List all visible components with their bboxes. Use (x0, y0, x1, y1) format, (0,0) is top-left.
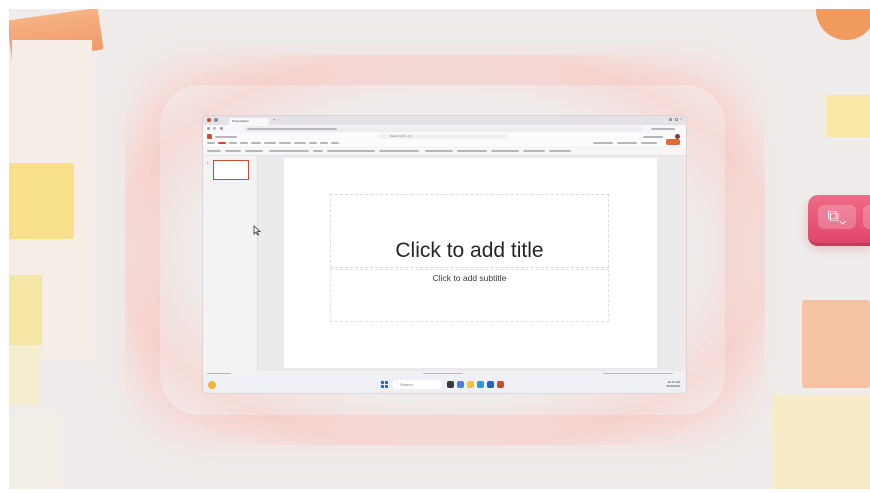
zoom-slider[interactable] (603, 373, 673, 374)
layout-button[interactable] (245, 150, 263, 152)
designer-button[interactable] (491, 150, 519, 152)
powerpoint-window: Presentation + × Search (Alt + Q) 1 Clic… (203, 116, 686, 393)
address-bar-row (203, 125, 686, 133)
tab-design[interactable] (251, 142, 261, 144)
taskbar-search[interactable]: Search (392, 380, 442, 389)
windows-taskbar: Search 11:41 AM 5/20/2024 (203, 376, 686, 393)
start-icon[interactable] (381, 381, 388, 388)
address-field[interactable] (243, 126, 643, 132)
slide-number: 1 (207, 161, 209, 165)
minimize-icon[interactable] (669, 118, 672, 121)
clock-date: 5/20/2024 (666, 384, 680, 388)
chat-icon[interactable] (457, 381, 464, 388)
cream-paper-bottom-left (9, 415, 59, 493)
browser-logo-icon (207, 118, 211, 122)
font-size-select[interactable] (313, 150, 323, 152)
copilot-button[interactable] (549, 150, 571, 152)
tab-slideshow[interactable] (294, 142, 306, 144)
powerpoint-taskbar-icon[interactable] (497, 381, 504, 388)
cream-sticky-left-3 (9, 345, 39, 405)
comments-button[interactable] (617, 142, 637, 144)
shapes-icon: ⧉⌄ (818, 205, 856, 229)
tab-view[interactable] (320, 142, 328, 144)
yellow-sticky-right (826, 95, 870, 137)
slide-canvas: Click to add title Click to add subtitle (258, 156, 686, 371)
undo-button[interactable] (207, 150, 221, 152)
edge-icon[interactable] (477, 381, 484, 388)
forward-icon[interactable] (213, 127, 216, 130)
task-view-icon[interactable] (447, 381, 454, 388)
tab-insert[interactable] (229, 142, 237, 144)
search-box[interactable]: Search (Alt + Q) (378, 134, 508, 139)
share-button[interactable] (666, 139, 680, 145)
slide-1[interactable]: Click to add title Click to add subtitle (284, 158, 657, 368)
slide-thumbnail-pane: 1 (203, 156, 258, 371)
tab-review[interactable] (309, 142, 317, 144)
profile-icon[interactable] (214, 118, 218, 122)
store-icon[interactable] (487, 381, 494, 388)
back-icon[interactable] (207, 127, 210, 130)
app-title-bar: Search (Alt + Q) (203, 133, 686, 140)
dictate-button[interactable] (523, 150, 545, 152)
title-placeholder-text: Click to add title (395, 239, 544, 262)
close-icon[interactable]: × (680, 117, 684, 121)
frame-top (0, 0, 870, 9)
peach-paper-right (802, 300, 870, 388)
subtitle-placeholder[interactable]: Click to add subtitle (330, 269, 609, 322)
mouse-cursor-icon (253, 225, 261, 236)
shapes-button[interactable] (425, 150, 453, 152)
format-buttons[interactable] (327, 150, 375, 152)
frame-bottom (0, 489, 870, 493)
new-slide-button[interactable] (225, 150, 241, 152)
maximize-icon[interactable] (675, 118, 678, 121)
tab-home[interactable] (218, 142, 226, 144)
system-clock[interactable]: 11:41 AM 5/20/2024 (667, 380, 680, 388)
title-placeholder[interactable]: Click to add title (330, 194, 609, 268)
tab-animations[interactable] (279, 142, 291, 144)
font-family-select[interactable] (269, 150, 309, 152)
tab-help[interactable] (331, 142, 339, 144)
new-tab-icon[interactable]: + (273, 118, 276, 122)
catch-up-button[interactable] (641, 142, 657, 144)
yellow-sticky-left-2 (9, 275, 42, 345)
browser-tab[interactable]: Presentation (229, 118, 269, 125)
slide-thumbnail-1[interactable] (213, 160, 249, 180)
ribbon-toolbar (203, 146, 686, 156)
refresh-icon[interactable] (220, 127, 223, 130)
paragraph-buttons[interactable] (379, 150, 419, 152)
weather-icon[interactable] (208, 381, 216, 389)
arrange-button[interactable] (457, 150, 487, 152)
present-button[interactable] (593, 142, 613, 144)
shapes-dropdown-button[interactable]: ⧉⌄ (808, 195, 870, 243)
yellow-sticky-left (8, 163, 74, 239)
second-button-edge (863, 205, 870, 229)
browser-tab-bar: Presentation + × (203, 116, 686, 125)
yellow-paper-bottom-right (772, 395, 870, 493)
frame-left (0, 0, 9, 493)
tab-file[interactable] (207, 142, 215, 144)
file-explorer-icon[interactable] (467, 381, 474, 388)
tab-draw[interactable] (240, 142, 248, 144)
powerpoint-logo-icon (207, 134, 212, 139)
subtitle-placeholder-text: Click to add subtitle (432, 273, 507, 283)
tab-transitions[interactable] (264, 142, 276, 144)
